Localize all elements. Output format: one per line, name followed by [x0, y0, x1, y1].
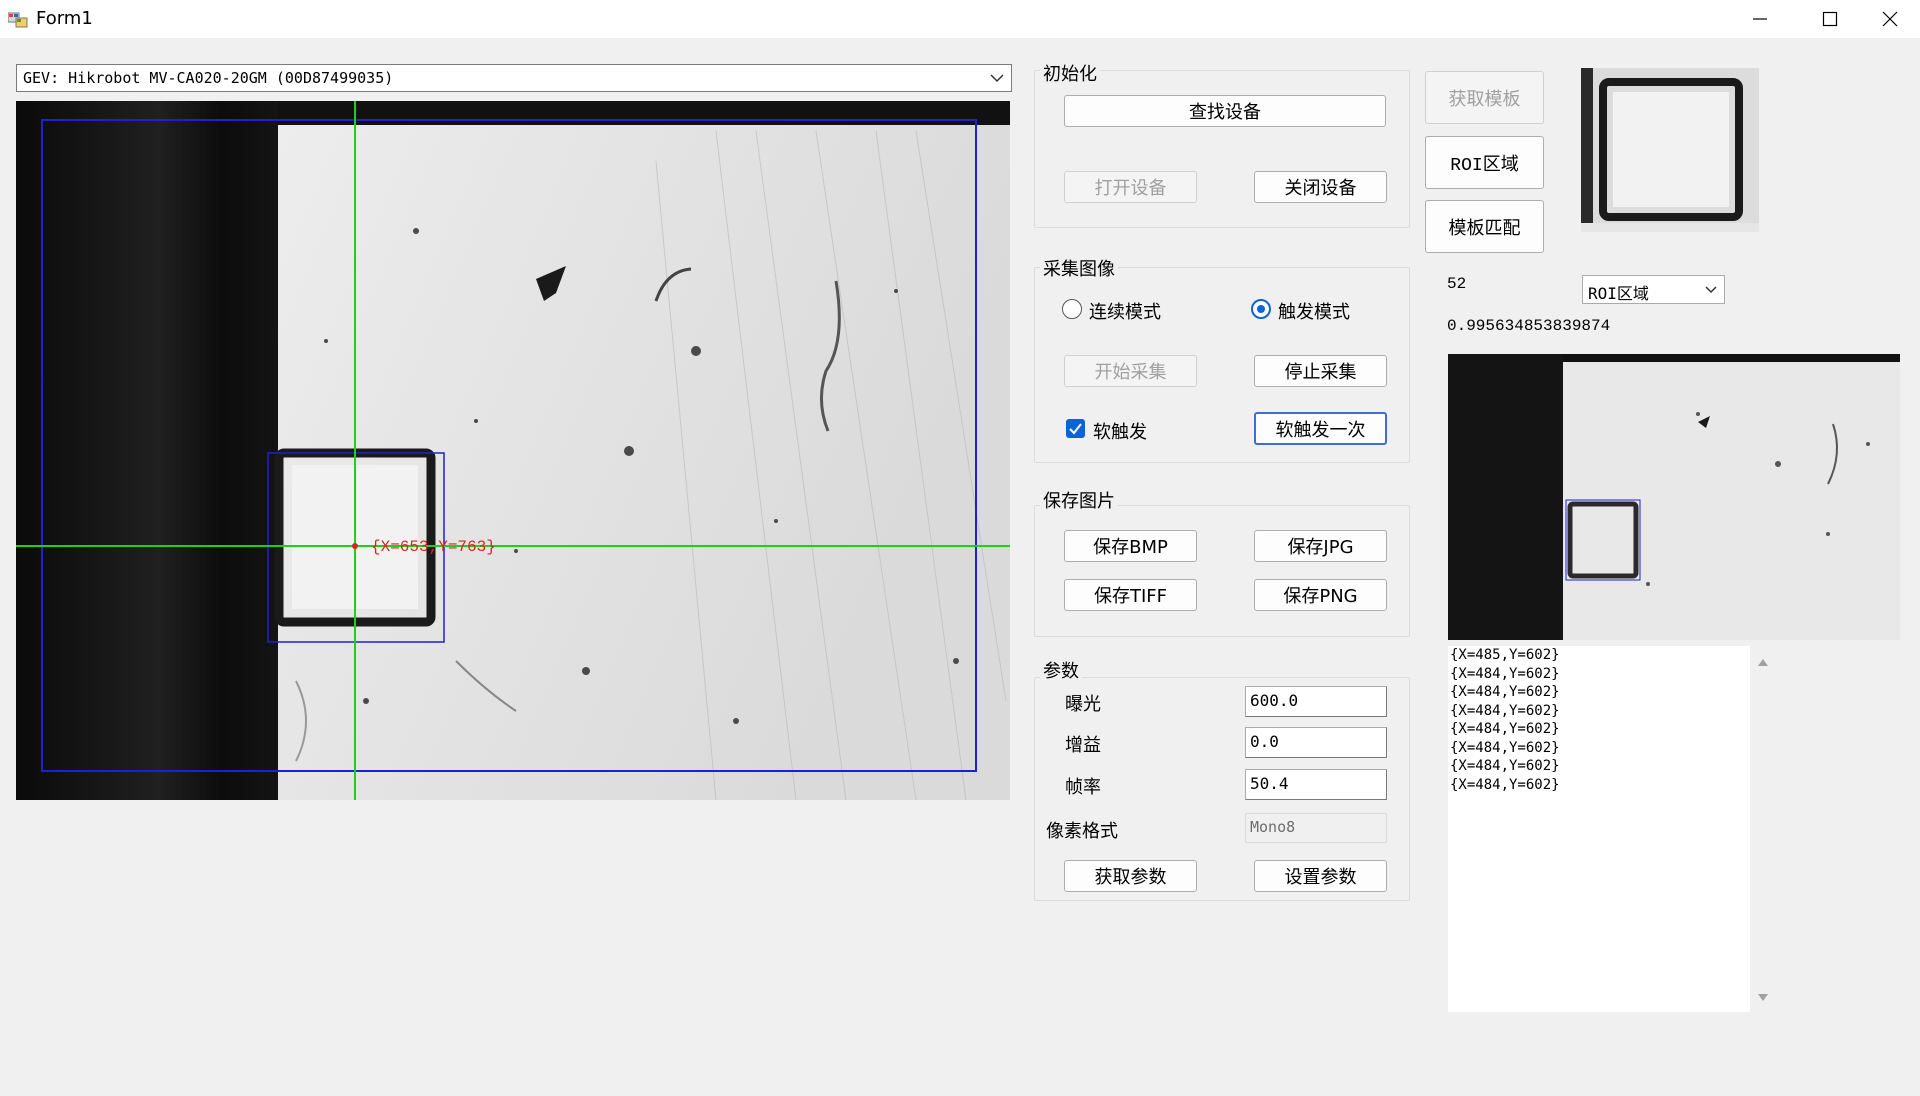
crosshair-label: {X=653,Y=763} [371, 538, 496, 556]
device-select-value: GEV: Hikrobot MV-CA020-20GM (00D87499035… [23, 69, 394, 87]
title-bar: Form1 [0, 0, 1920, 38]
params-group-title: 参数 [1040, 657, 1082, 683]
match-score: 0.995634853839874 [1447, 317, 1611, 335]
roi-select[interactable]: ROI区域 [1582, 275, 1725, 304]
save-group [1034, 505, 1410, 637]
save-bmp-button[interactable]: 保存BMP [1064, 530, 1197, 562]
template-match-button[interactable]: 模板匹配 [1425, 200, 1544, 253]
roi-region-button[interactable]: ROI区域 [1425, 136, 1544, 189]
coord-list[interactable]: {X=485,Y=602} {X=484,Y=602} {X=484,Y=602… [1448, 646, 1750, 1012]
list-item: {X=484,Y=602} [1450, 665, 1560, 682]
init-group-title: 初始化 [1040, 60, 1100, 86]
exposure-field[interactable]: 600.0 [1245, 686, 1387, 717]
chevron-down-icon [990, 74, 1004, 83]
pixel-format-label: 像素格式 [1046, 821, 1118, 842]
device-select[interactable]: GEV: Hikrobot MV-CA020-20GM (00D87499035… [16, 64, 1012, 92]
coord-list-scrollbar[interactable] [1752, 646, 1774, 1012]
gain-label: 增益 [1065, 735, 1101, 756]
capture-group-title: 采集图像 [1040, 255, 1118, 281]
save-group-title: 保存图片 [1040, 487, 1118, 513]
list-item: {X=485,Y=602} [1450, 647, 1560, 663]
camera-view[interactable]: {X=653,Y=763} [16, 101, 1010, 800]
framerate-label: 帧率 [1065, 777, 1101, 798]
list-item: {X=484,Y=602} [1450, 721, 1560, 737]
init-group [1034, 70, 1410, 228]
start-capture-button[interactable]: 开始采集 [1064, 355, 1197, 387]
get-template-button[interactable]: 获取模板 [1425, 71, 1544, 124]
save-tiff-button[interactable]: 保存TIFF [1064, 579, 1197, 611]
gain-field[interactable]: 0.0 [1245, 727, 1387, 758]
get-params-button[interactable]: 获取参数 [1064, 860, 1197, 892]
list-item: {X=484,Y=602} [1450, 758, 1560, 774]
save-png-button[interactable]: 保存PNG [1254, 579, 1387, 611]
maximize-icon [1822, 11, 1838, 27]
list-item: {X=484,Y=602} [1450, 776, 1560, 793]
chevron-down-icon [1705, 286, 1717, 294]
minimize-button[interactable] [1730, 0, 1790, 38]
match-result-image [1448, 354, 1900, 640]
result-image [1448, 354, 1900, 640]
continuous-mode-radio[interactable] [1062, 299, 1082, 319]
scroll-down-icon [1758, 994, 1768, 1001]
list-item: {X=484,Y=602} [1450, 684, 1560, 700]
roi-select-value: ROI区域 [1588, 284, 1649, 303]
save-jpg-button[interactable]: 保存JPG [1254, 530, 1387, 562]
find-device-button[interactable]: 查找设备 [1064, 95, 1386, 127]
stop-capture-button[interactable]: 停止采集 [1254, 355, 1387, 387]
open-device-button[interactable]: 打开设备 [1064, 171, 1197, 203]
camera-image: {X=653,Y=763} [16, 101, 1010, 800]
close-icon [1882, 11, 1898, 27]
list-item: {X=484,Y=602} [1450, 702, 1560, 719]
soft-trigger-label: 软触发 [1093, 422, 1147, 443]
continuous-mode-label: 连续模式 [1089, 302, 1161, 323]
exposure-label: 曝光 [1065, 694, 1101, 715]
match-count: 52 [1447, 275, 1467, 293]
framerate-field[interactable]: 50.4 [1245, 769, 1387, 800]
template-image [1581, 68, 1759, 232]
window-title: Form1 [36, 8, 93, 29]
scroll-up-icon [1758, 659, 1768, 666]
minimize-icon [1753, 18, 1767, 20]
close-device-button[interactable]: 关闭设备 [1254, 171, 1387, 203]
template-thumbnail [1581, 68, 1759, 232]
pixel-format-field: Mono8 [1245, 813, 1387, 843]
soft-trigger-once-button[interactable]: 软触发一次 [1254, 412, 1387, 445]
close-window-button[interactable] [1860, 0, 1920, 38]
app-icon [8, 12, 28, 28]
trigger-mode-radio[interactable] [1251, 299, 1271, 319]
list-item: {X=484,Y=602} [1450, 739, 1560, 756]
scrollbar-arrows [1758, 659, 1768, 1001]
trigger-mode-label: 触发模式 [1278, 302, 1350, 323]
soft-trigger-checkbox[interactable] [1066, 419, 1085, 438]
maximize-button[interactable] [1800, 0, 1860, 38]
checkmark-icon [1069, 423, 1082, 435]
set-params-button[interactable]: 设置参数 [1254, 860, 1387, 892]
